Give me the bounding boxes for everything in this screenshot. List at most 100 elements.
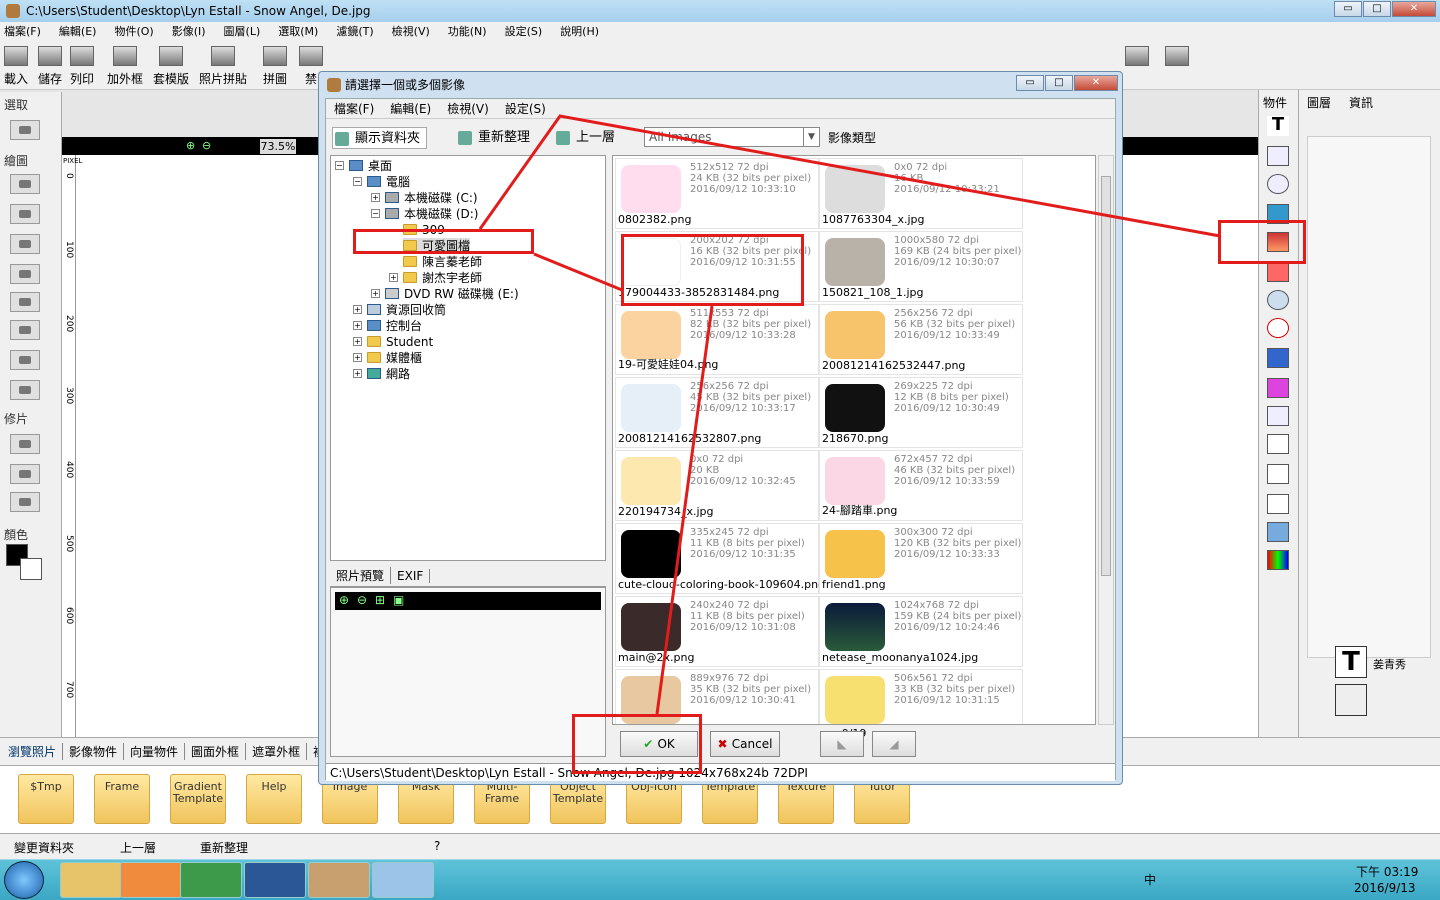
- refresh-button[interactable]: 重新整理: [200, 839, 248, 856]
- menu-select[interactable]: 選取(M): [278, 23, 318, 39]
- thumbnail-card[interactable]: 672x457 72 dpi 46 KB (32 bits per pixel) 2…: [819, 450, 1023, 521]
- up-level-button[interactable]: 上一層: [554, 127, 615, 149]
- save-button[interactable]: 儲存: [38, 46, 62, 87]
- tree-item-control-panel[interactable]: + 控制台: [353, 318, 422, 333]
- thumbnail-card[interactable]: 256x256 72 dpi 45 KB (32 bits per pixel) 2…: [615, 377, 819, 448]
- calendar-icon[interactable]: [1267, 406, 1289, 426]
- zoom-out-icon[interactable]: ⊖: [357, 593, 367, 607]
- thumbnail-scrollbar[interactable]: [1098, 155, 1114, 725]
- menu-image[interactable]: 影像(I): [172, 23, 206, 39]
- eraser-tool[interactable]: [10, 204, 40, 224]
- arrow-icon[interactable]: [1267, 494, 1289, 514]
- tree-item-computer[interactable]: − 電腦: [353, 174, 410, 189]
- folder-item[interactable]: Frame: [94, 774, 150, 824]
- blur-tool[interactable]: [10, 434, 40, 454]
- dialog-menu-edit[interactable]: 編輯(E): [390, 100, 431, 117]
- smudge-tool[interactable]: [10, 464, 40, 484]
- dialog-menu-settings[interactable]: 設定(S): [505, 100, 546, 117]
- change-folder-button[interactable]: 變更資料夾: [14, 839, 74, 856]
- tree-item-dvd[interactable]: + DVD RW 磁碟機 (E:): [371, 286, 519, 301]
- thumbnail-card[interactable]: 0x0 72 dpi 16 KB 2016/09/12 10:33:21 108776…: [819, 158, 1023, 229]
- tree-item-folder-chen[interactable]: 陳言蓁老師: [403, 254, 482, 269]
- clock-icon[interactable]: [1267, 318, 1289, 338]
- fill-tool[interactable]: [10, 292, 40, 312]
- tab-image-objects[interactable]: 影像物件: [63, 743, 125, 760]
- tab-vector-objects[interactable]: 向量物件: [124, 743, 186, 760]
- pencil-tool[interactable]: [10, 234, 40, 254]
- speech-bubble-icon[interactable]: [1267, 434, 1289, 454]
- show-folder-button[interactable]: 顯示資料夾: [332, 127, 428, 149]
- shape-tool[interactable]: [10, 380, 40, 400]
- tab-exif[interactable]: EXIF: [391, 568, 431, 583]
- load-button[interactable]: 載入: [4, 46, 28, 87]
- dialog-menu-view[interactable]: 檢視(V): [447, 100, 489, 117]
- tree-item-libraries[interactable]: + 媒體櫃: [353, 350, 422, 365]
- collapse-icon[interactable]: −: [335, 161, 344, 170]
- expand-icon[interactable]: +: [353, 305, 362, 314]
- tree-item-network[interactable]: + 網路: [353, 366, 410, 381]
- zoom-out-icon[interactable]: ⊖: [202, 139, 211, 152]
- clock-date[interactable]: 2016/9/13: [1354, 881, 1416, 895]
- expand-icon[interactable]: +: [389, 273, 398, 282]
- thumbnail-card[interactable]: 269x225 72 dpi 12 KB (8 bits per pixel) 20…: [819, 377, 1023, 448]
- image-filter-select[interactable]: All Images ▼: [644, 127, 820, 147]
- expand-icon[interactable]: +: [353, 353, 362, 362]
- chrome-taskbar-icon[interactable]: [180, 862, 242, 898]
- menu-help[interactable]: 說明(H): [560, 23, 599, 39]
- marquee-tool[interactable]: [10, 120, 40, 140]
- line-icon[interactable]: [1267, 464, 1289, 484]
- zoom-in-icon[interactable]: ⊕: [339, 593, 349, 607]
- expand-icon[interactable]: +: [353, 337, 362, 346]
- media-player-taskbar-icon[interactable]: [120, 862, 182, 898]
- zoom-in-icon[interactable]: ⊕: [186, 139, 195, 152]
- toolbar-icon-right-2[interactable]: [1165, 46, 1189, 70]
- rotate-left-button[interactable]: ◣: [820, 731, 864, 757]
- abc-icon[interactable]: [1267, 174, 1289, 194]
- thumbnail-card[interactable]: 240x240 72 dpi 11 KB (8 bits per pixel) 20…: [615, 596, 819, 667]
- ime-indicator[interactable]: 中: [1144, 871, 1156, 888]
- menu-edit[interactable]: 編輯(E): [59, 23, 97, 39]
- palette-icon[interactable]: [1267, 550, 1289, 570]
- print-button[interactable]: 列印: [70, 46, 94, 87]
- folder-item[interactable]: $Tmp: [18, 774, 74, 824]
- dialog-close-button[interactable]: ✕: [1074, 75, 1118, 91]
- brush-tool[interactable]: [10, 174, 40, 194]
- folder-item[interactable]: Help: [246, 774, 302, 824]
- menu-function[interactable]: 功能(N): [448, 23, 487, 39]
- clone-tool[interactable]: [10, 492, 40, 512]
- tree-item-drive-c[interactable]: + 本機磁碟 (C:): [371, 190, 478, 205]
- explorer-taskbar-icon[interactable]: [60, 862, 122, 898]
- tree-item-drive-d[interactable]: − 本機磁碟 (D:): [371, 206, 478, 221]
- cake-icon[interactable]: [1267, 378, 1289, 398]
- cancel-button[interactable]: ✖ Cancel: [710, 731, 780, 757]
- dialog-maximize-button[interactable]: □: [1045, 75, 1073, 91]
- eyedropper-tool[interactable]: [10, 350, 40, 370]
- tab-browse-photos[interactable]: 瀏覽照片: [2, 743, 64, 760]
- star-icon[interactable]: [1267, 522, 1289, 542]
- menu-view[interactable]: 檢視(V): [392, 23, 430, 39]
- start-button[interactable]: [4, 861, 44, 899]
- maximize-button[interactable]: □: [1363, 1, 1391, 17]
- menu-file[interactable]: 檔案(F): [4, 23, 41, 39]
- layer-list[interactable]: [1307, 136, 1431, 658]
- magnifier-icon[interactable]: [1267, 290, 1289, 310]
- thumbnail-card[interactable]: 335x245 72 dpi 11 KB (8 bits per pixel) 20…: [615, 523, 825, 594]
- collapse-icon[interactable]: −: [371, 209, 380, 218]
- word-taskbar-icon[interactable]: [244, 862, 306, 898]
- clock-time[interactable]: 下午 03:19: [1356, 863, 1418, 880]
- menu-filter[interactable]: 濾鏡(T): [336, 23, 373, 39]
- thumbnail-card[interactable]: 1024x768 72 dpi 159 KB (24 bits per pixel…: [819, 596, 1023, 667]
- expand-icon[interactable]: +: [371, 289, 380, 298]
- dialog-minimize-button[interactable]: ▭: [1016, 75, 1044, 91]
- tree-item-folder-hsieh[interactable]: + 謝杰宇老師: [389, 270, 482, 285]
- toolbar-icon-right-1[interactable]: [1125, 46, 1149, 70]
- expand-icon[interactable]: +: [371, 193, 380, 202]
- thumbnail-card[interactable]: 511x553 72 dpi 82 KB (32 bits per pixel) 2…: [615, 304, 819, 375]
- exif-icon[interactable]: [1267, 348, 1289, 368]
- thumbnail-card[interactable]: 256x256 72 dpi 56 KB (32 bits per pixel) 2…: [819, 304, 1023, 375]
- expand-icon[interactable]: +: [353, 321, 362, 330]
- tree-item-desktop[interactable]: − 桌面: [335, 158, 392, 173]
- thumbnail-card[interactable]: 506x561 72 dpi 33 KB (32 bits per pixel) 2…: [819, 669, 1023, 724]
- thumbnail-card[interactable]: 300x300 72 dpi 120 KB (32 bits per pixel)…: [819, 523, 1023, 594]
- photocap-taskbar-icon[interactable]: [308, 862, 370, 898]
